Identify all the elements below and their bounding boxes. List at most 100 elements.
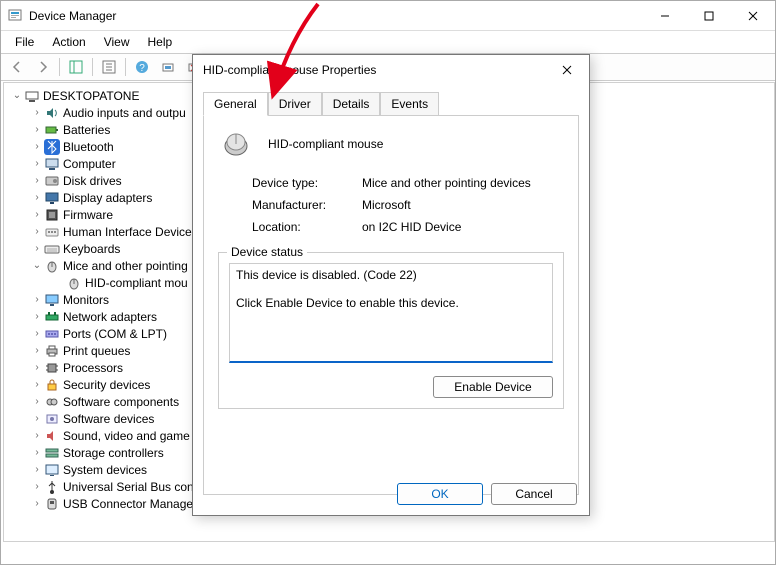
forward-button[interactable] <box>31 55 55 79</box>
device-name: HID-compliant mouse <box>268 137 383 151</box>
mouse-icon <box>66 275 82 291</box>
tree-item-label: Bluetooth <box>63 140 114 154</box>
computerRoot-icon <box>24 88 40 104</box>
back-button[interactable] <box>5 55 29 79</box>
chevron-right-icon[interactable]: › <box>30 447 44 458</box>
tree-item-label: Network adapters <box>63 310 157 324</box>
tree-item-label: Display adapters <box>63 191 152 205</box>
menu-file[interactable]: File <box>7 33 42 51</box>
value-device-type: Mice and other pointing devices <box>362 176 564 190</box>
dialog-footer: OK Cancel <box>397 483 577 505</box>
bluetooth-icon <box>44 139 60 155</box>
audio-icon <box>44 105 60 121</box>
properties-button[interactable] <box>97 55 121 79</box>
chevron-right-icon[interactable]: › <box>30 175 44 186</box>
help-button[interactable]: ? <box>130 55 154 79</box>
chevron-right-icon[interactable]: › <box>30 243 44 254</box>
swdev-icon <box>44 411 60 427</box>
chevron-right-icon[interactable]: › <box>30 413 44 424</box>
scan-hardware-button[interactable] <box>156 55 180 79</box>
tree-item-label: Batteries <box>63 123 110 137</box>
tree-item-label: Sound, video and game <box>63 429 190 443</box>
chevron-right-icon[interactable]: › <box>30 362 44 373</box>
minimize-button[interactable] <box>643 2 687 30</box>
label-location: Location: <box>252 220 362 234</box>
chevron-right-icon[interactable]: › <box>30 464 44 475</box>
chevron-right-icon[interactable]: › <box>30 124 44 135</box>
battery-icon <box>44 122 60 138</box>
swcomp-icon <box>44 394 60 410</box>
chevron-right-icon[interactable]: › <box>30 209 44 220</box>
storage-icon <box>44 445 60 461</box>
dialog-titlebar: HID-compliant mouse Properties <box>193 55 589 85</box>
dialog-title: HID-compliant mouse Properties <box>203 63 545 77</box>
show-hide-tree-button[interactable] <box>64 55 88 79</box>
chevron-down-icon[interactable]: ⌄ <box>30 260 44 271</box>
hid-icon <box>44 224 60 240</box>
chevron-right-icon[interactable]: › <box>30 498 44 509</box>
display-icon <box>44 190 60 206</box>
mouse-icon <box>218 130 254 158</box>
tree-item-label: HID-compliant mou <box>85 276 188 290</box>
chevron-right-icon[interactable]: › <box>30 481 44 492</box>
cancel-button[interactable]: Cancel <box>491 483 577 505</box>
tree-item-label: USB Connector Managers <box>63 497 203 511</box>
maximize-button[interactable] <box>687 2 731 30</box>
menu-action[interactable]: Action <box>44 33 93 51</box>
chevron-right-icon[interactable]: › <box>30 294 44 305</box>
status-textarea[interactable] <box>229 263 553 363</box>
chevron-right-icon[interactable]: › <box>30 158 44 169</box>
tree-item-label: Human Interface Device <box>63 225 192 239</box>
close-button[interactable] <box>731 2 775 30</box>
net-icon <box>44 309 60 325</box>
tab-panel-general: HID-compliant mouse Device type: Mice an… <box>203 115 579 495</box>
tree-item-label: Disk drives <box>63 174 122 188</box>
app-icon <box>7 8 23 24</box>
firmware-icon <box>44 207 60 223</box>
tab-strip: General Driver Details Events <box>203 91 579 115</box>
tree-item-label: Security devices <box>63 378 150 392</box>
tab-details[interactable]: Details <box>322 92 381 116</box>
menu-view[interactable]: View <box>96 33 138 51</box>
window-title: Device Manager <box>29 9 643 23</box>
chevron-right-icon[interactable]: › <box>30 311 44 322</box>
tree-item-label: Print queues <box>63 344 130 358</box>
menu-help[interactable]: Help <box>140 33 181 51</box>
enable-device-button[interactable]: Enable Device <box>433 376 553 398</box>
chevron-right-icon[interactable]: › <box>30 328 44 339</box>
print-icon <box>44 343 60 359</box>
dialog-close-button[interactable] <box>545 56 589 84</box>
chevron-right-icon[interactable]: › <box>30 379 44 390</box>
status-legend: Device status <box>227 245 307 259</box>
titlebar: Device Manager <box>1 1 775 31</box>
chevron-right-icon[interactable]: › <box>30 141 44 152</box>
chevron-right-icon[interactable]: › <box>30 345 44 356</box>
tree-item-label: Mice and other pointing <box>63 259 188 273</box>
tree-item-label: Firmware <box>63 208 113 222</box>
chevron-right-icon[interactable]: › <box>30 192 44 203</box>
tree-item-label: Monitors <box>63 293 109 307</box>
tree-item-label: Software devices <box>63 412 154 426</box>
cpu-icon <box>44 360 60 376</box>
disk-icon <box>44 173 60 189</box>
tab-driver[interactable]: Driver <box>268 92 322 116</box>
ok-button[interactable]: OK <box>397 483 483 505</box>
chevron-right-icon[interactable]: › <box>30 226 44 237</box>
tab-general[interactable]: General <box>203 92 268 116</box>
system-icon <box>44 462 60 478</box>
device-info-grid: Device type: Mice and other pointing dev… <box>252 176 564 234</box>
menubar: File Action View Help <box>1 31 775 53</box>
tree-item-label: Ports (COM & LPT) <box>63 327 167 341</box>
monitor-icon <box>44 292 60 308</box>
sound-icon <box>44 428 60 444</box>
chevron-right-icon[interactable]: › <box>30 396 44 407</box>
chevron-right-icon[interactable]: › <box>30 107 44 118</box>
usb-icon <box>44 479 60 495</box>
chevron-down-icon[interactable]: ⌄ <box>10 90 24 101</box>
port-icon <box>44 326 60 342</box>
label-manufacturer: Manufacturer: <box>252 198 362 212</box>
tab-events[interactable]: Events <box>380 92 439 116</box>
chevron-right-icon[interactable]: › <box>30 430 44 441</box>
tree-item-label: System devices <box>63 463 147 477</box>
tree-item-label: Keyboards <box>63 242 120 256</box>
